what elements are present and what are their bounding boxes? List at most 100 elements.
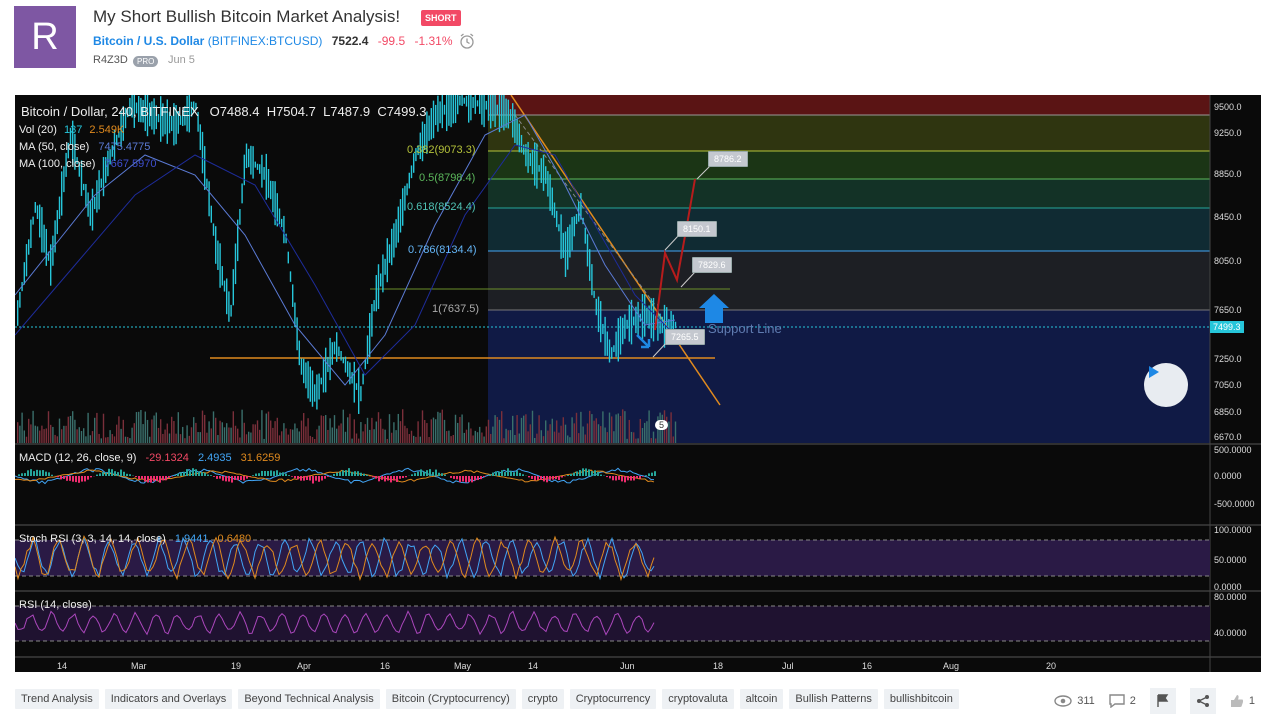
volume-bar (531, 410, 534, 443)
event-marker[interactable]: 5 (655, 420, 669, 430)
author-name[interactable]: R4Z3D (93, 54, 128, 66)
volume-bar (536, 433, 538, 443)
tag-item[interactable]: crypto (521, 689, 564, 709)
macd-histogram-bar (468, 476, 470, 483)
candle (355, 383, 358, 390)
volume-bar (21, 412, 23, 443)
volume-bar (340, 423, 342, 443)
macd-histogram-bar (243, 476, 245, 481)
candle (474, 95, 476, 114)
tag-item[interactable]: bullishbitcoin (883, 689, 959, 709)
candle (353, 361, 355, 403)
price-chart[interactable]: Bitcoin / Dollar, 240, BITFINEX O7488.4 … (15, 95, 1261, 672)
alarm-clock-icon[interactable] (458, 32, 476, 50)
candle (83, 183, 85, 191)
tag-item[interactable]: Indicators and Overlays (104, 689, 233, 709)
candle (94, 196, 96, 210)
volume-bar (327, 429, 329, 443)
candle (36, 205, 39, 219)
macd-histogram-bar (264, 470, 266, 476)
volume-bar (465, 429, 468, 443)
macd-histogram-bar (519, 472, 521, 476)
candle (518, 123, 520, 153)
stoch-tick: 0.0000 (1214, 582, 1242, 592)
tag-item[interactable]: Trend Analysis (15, 689, 99, 709)
candle (358, 368, 360, 414)
macd-histogram-bar (645, 475, 647, 476)
callout-target-1[interactable]: 8786.2 (708, 151, 748, 167)
volume-bar (382, 428, 384, 443)
callout-target-4[interactable]: 7265.5 (665, 329, 705, 345)
candle (325, 347, 327, 393)
macd-histogram-bar (309, 476, 311, 481)
author-avatar[interactable]: R (14, 6, 76, 68)
symbol-name-link[interactable]: Bitcoin / U.S. Dollar (93, 34, 204, 48)
macd-histogram-bar (438, 472, 440, 476)
macd-histogram-bar (36, 469, 38, 476)
tag-item[interactable]: Bitcoin (Cryptocurrency) (385, 689, 516, 709)
tag-item[interactable]: cryptovaluta (662, 689, 734, 709)
candle (217, 240, 219, 270)
candle (239, 208, 241, 225)
candle (428, 115, 430, 141)
macd-histogram-bar (168, 476, 170, 478)
callout-target-3[interactable]: 7829.6 (692, 257, 732, 273)
candle (296, 317, 298, 351)
volume-bar (648, 410, 650, 443)
candle (591, 264, 593, 296)
candle (650, 298, 652, 339)
last-price: 7522.4 (331, 34, 369, 48)
volume-bar (481, 432, 483, 443)
volume-bar (122, 419, 124, 443)
candle (208, 181, 210, 217)
volume-bar (461, 414, 463, 443)
volume-bar (325, 415, 327, 443)
volume-bar (432, 417, 435, 443)
volume-bar (512, 415, 514, 443)
ma100-value: 7667.5970 (104, 158, 157, 170)
candle (404, 185, 406, 211)
exchange-link[interactable]: (BITFINEX:BTCUSD) (208, 34, 323, 48)
macd-histogram-bar (192, 468, 194, 476)
candle (593, 290, 595, 298)
candle (479, 95, 481, 114)
volume-bar (393, 422, 395, 443)
time-tick: Mar (131, 661, 147, 671)
tag-item[interactable]: Beyond Technical Analysis (238, 689, 380, 709)
tag-item[interactable]: Bullish Patterns (789, 689, 878, 709)
comments-stat[interactable]: 2 (1109, 694, 1136, 708)
volume-bar (245, 434, 248, 443)
report-button[interactable] (1149, 688, 1176, 714)
volume-bar (534, 437, 536, 443)
volume-bar (604, 427, 606, 443)
macd-histogram-bar (342, 470, 344, 476)
callout-target-2[interactable]: 8150.1 (677, 221, 717, 237)
candle (454, 95, 457, 124)
tag-item[interactable]: altcoin (739, 689, 784, 709)
volume-bar (413, 435, 415, 443)
volume-bar (353, 419, 355, 443)
macd-histogram-bar (387, 476, 389, 481)
volume-bar (373, 429, 375, 443)
candle (267, 168, 270, 198)
chart-canvas[interactable] (15, 95, 1261, 672)
volume-bar (292, 429, 294, 443)
volume-bar (72, 411, 74, 443)
macd-histogram-bar (99, 473, 101, 476)
macd-histogram-bar (42, 470, 44, 476)
tag-item[interactable]: Cryptocurrency (569, 689, 657, 709)
candle (584, 227, 586, 244)
macd-histogram-bar (636, 476, 638, 479)
macd-histogram-bar (327, 476, 329, 477)
likes-stat[interactable]: 1 (1230, 694, 1255, 708)
share-button[interactable] (1189, 688, 1216, 714)
play-replay-button[interactable] (1144, 363, 1188, 407)
rsi-legend: RSI (14, close) (19, 599, 92, 611)
candle (91, 188, 94, 231)
candle (457, 95, 459, 115)
volume-bar (593, 420, 595, 443)
macd-histogram-bar (219, 476, 221, 479)
macd-histogram-bar (288, 475, 290, 476)
candle (89, 201, 91, 226)
candle (487, 95, 490, 121)
